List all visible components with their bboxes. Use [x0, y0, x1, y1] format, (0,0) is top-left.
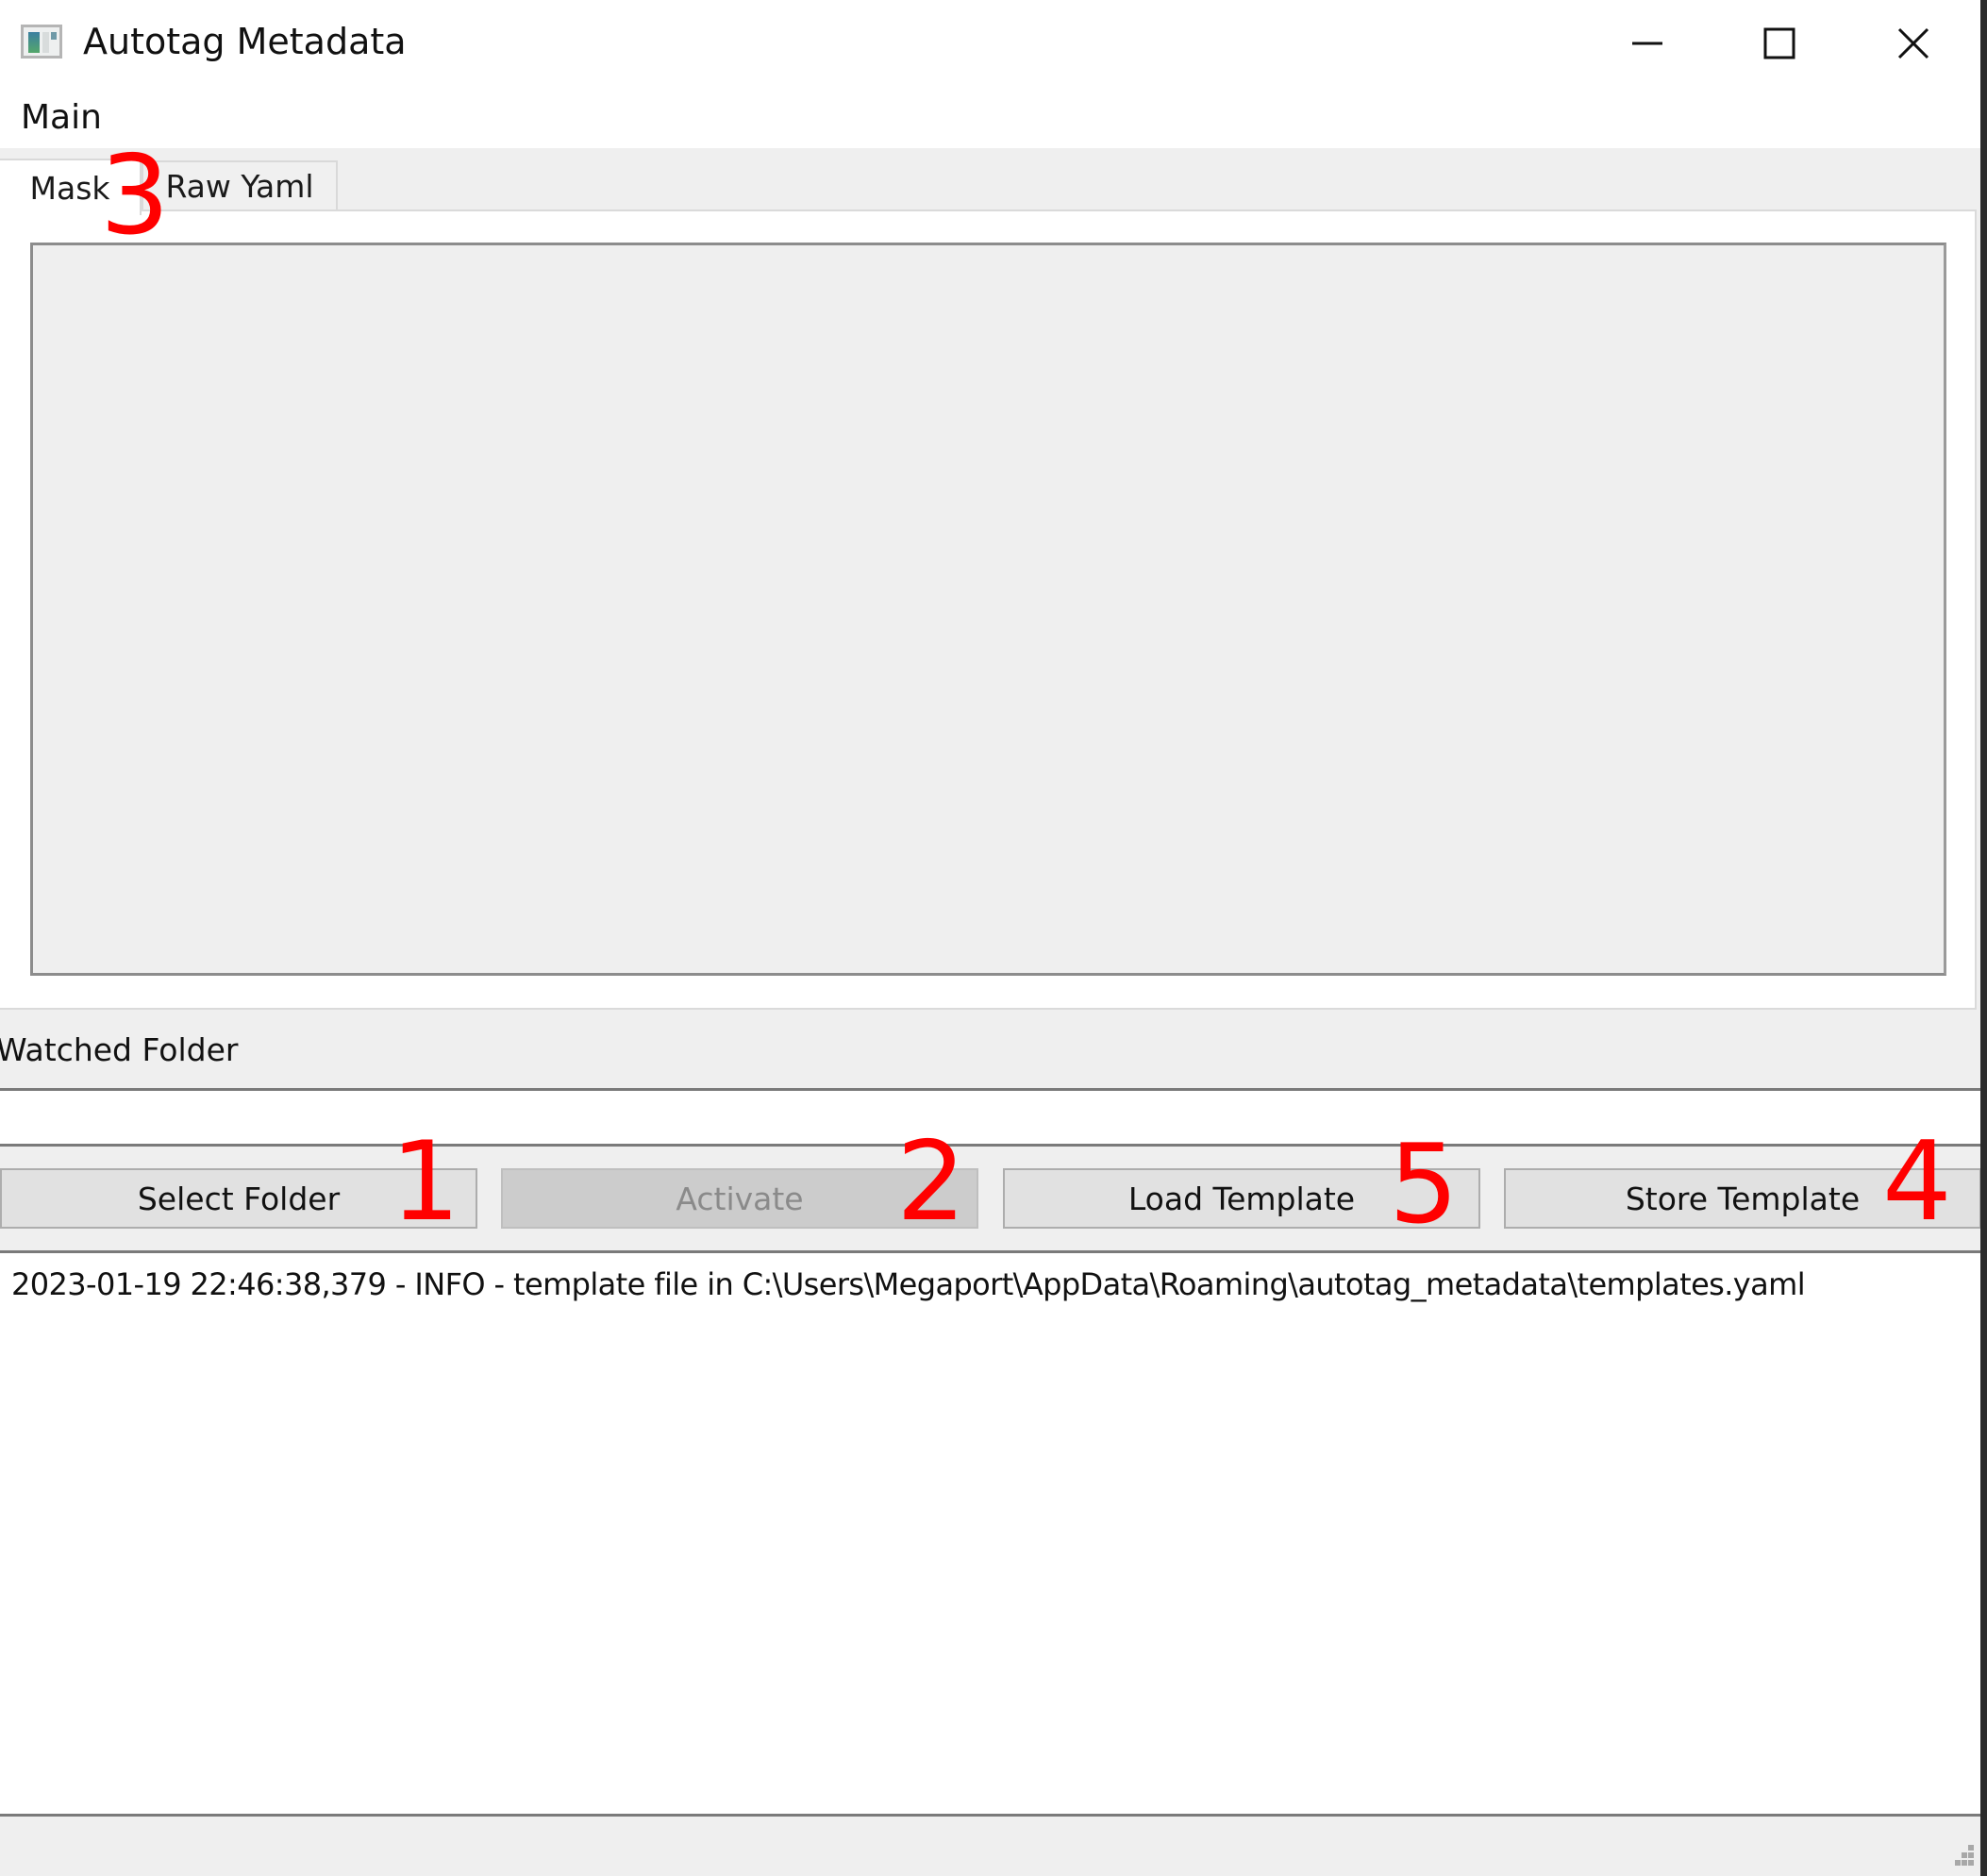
tab-raw-yaml[interactable]: Raw Yaml	[142, 160, 338, 209]
menu-bar: Main	[0, 87, 1980, 148]
menu-main[interactable]: Main	[21, 98, 102, 137]
mask-editor-area[interactable]	[30, 243, 1946, 976]
annotation-4: 4	[1882, 1118, 1952, 1246]
maximize-icon	[1763, 27, 1795, 59]
tab-raw-yaml-label: Raw Yaml	[165, 167, 314, 205]
annotation-3: 3	[100, 132, 170, 260]
close-button[interactable]	[1847, 0, 1979, 87]
annotation-2: 2	[896, 1118, 966, 1246]
annotation-5: 5	[1389, 1121, 1459, 1248]
watched-folder-input[interactable]	[0, 1088, 1980, 1147]
app-window-icon	[21, 25, 62, 59]
close-icon	[1897, 27, 1929, 59]
resize-grip-icon[interactable]	[1949, 1845, 1976, 1871]
status-bar	[0, 1817, 1980, 1876]
watched-folder-label: Watched Folder	[0, 1031, 239, 1068]
annotation-1: 1	[391, 1118, 460, 1246]
log-line: 2023-01-19 22:46:38,379 - INFO - templat…	[11, 1266, 1806, 1302]
minimize-icon	[1632, 42, 1662, 45]
window-border	[1980, 0, 1987, 1876]
maximize-button[interactable]	[1713, 0, 1845, 87]
tab-mask-label: Mask	[29, 169, 110, 207]
minimize-button[interactable]	[1581, 0, 1713, 87]
log-output[interactable]	[0, 1250, 1980, 1817]
window-title: Autotag Metadata	[83, 21, 407, 62]
